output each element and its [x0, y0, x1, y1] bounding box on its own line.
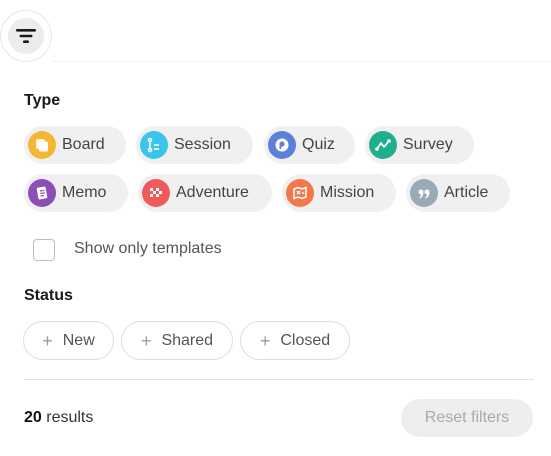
header-divider	[52, 61, 551, 62]
status-chip-label: New	[62, 331, 95, 349]
article-icon	[410, 179, 438, 207]
type-section-title: Type	[24, 92, 61, 109]
status-chip-label: Shared	[161, 331, 214, 349]
type-chip-survey[interactable]: Survey	[365, 126, 474, 164]
adventure-icon	[142, 179, 170, 207]
type-chip-session[interactable]: Session	[136, 126, 253, 164]
reset-filters-button[interactable]: Reset filters	[401, 399, 533, 437]
session-icon	[140, 131, 168, 159]
quiz-icon	[268, 131, 296, 159]
type-chip-label: Board	[62, 136, 105, 153]
type-chip-label: Quiz	[302, 136, 335, 153]
results-label: results	[46, 409, 94, 426]
filter-icon	[16, 29, 36, 43]
status-chip-shared[interactable]: + Shared	[121, 321, 233, 360]
status-chip-label: Closed	[280, 331, 331, 349]
type-chip-board[interactable]: Board	[24, 126, 126, 164]
memo-icon	[28, 179, 56, 207]
results-count: 20	[24, 409, 42, 426]
status-section-title: Status	[24, 287, 73, 304]
status-chip-closed[interactable]: + Closed	[240, 321, 350, 360]
plus-icon: +	[42, 330, 53, 351]
type-chip-label: Session	[174, 136, 231, 153]
plus-icon: +	[140, 330, 152, 351]
results-summary: 20 results	[24, 409, 93, 427]
type-chip-mission[interactable]: Mission	[282, 174, 396, 212]
type-chip-label: Adventure	[176, 184, 249, 201]
type-chip-label: Survey	[403, 136, 453, 153]
type-chip-quiz[interactable]: Quiz	[264, 126, 355, 164]
footer-divider	[24, 379, 534, 380]
type-chip-label: Memo	[62, 184, 107, 201]
type-chip-memo[interactable]: Memo	[24, 174, 128, 212]
type-chip-label: Mission	[320, 184, 375, 201]
type-chip-adventure[interactable]: Adventure	[138, 174, 272, 212]
survey-icon	[369, 131, 397, 159]
board-icon	[28, 131, 56, 159]
type-chip-label: Article	[444, 184, 489, 201]
status-chip-new[interactable]: + New	[23, 321, 114, 360]
show-templates-checkbox[interactable]	[33, 239, 55, 261]
type-chip-article[interactable]: Article	[406, 174, 510, 212]
plus-icon: +	[259, 330, 271, 351]
show-templates-label[interactable]: Show only templates	[74, 240, 222, 258]
mission-icon	[286, 179, 314, 207]
filter-toggle-button[interactable]	[0, 10, 52, 62]
